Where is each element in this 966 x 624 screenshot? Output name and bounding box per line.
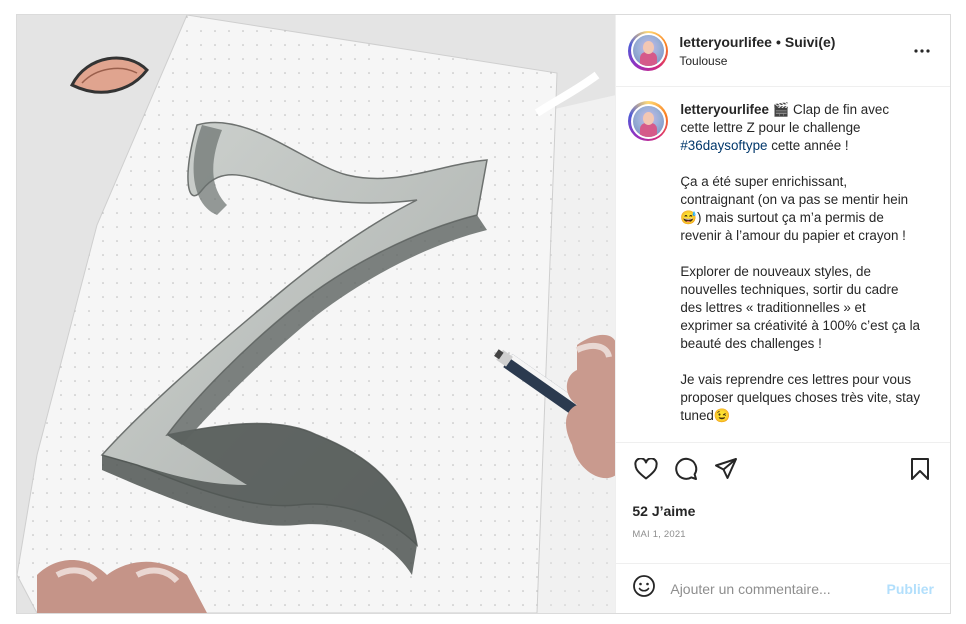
- comment-bar: Publier: [616, 563, 950, 613]
- post-actions: 52 J’aime MAI 1, 2021: [616, 442, 950, 563]
- caption-section: letteryourlifee 🎬 Clap de fin avec cette…: [616, 87, 950, 442]
- caption-avatar[interactable]: [628, 101, 669, 141]
- likes-count[interactable]: 52 J’aime: [632, 503, 934, 519]
- like-heart-icon[interactable]: [632, 455, 660, 483]
- location-link[interactable]: Toulouse: [679, 53, 910, 69]
- caption-username[interactable]: letteryourlifee: [680, 102, 769, 117]
- hashtag-link[interactable]: #36daysoftype: [680, 138, 767, 153]
- avatar-image: [632, 35, 664, 66]
- more-options-icon[interactable]: [910, 39, 934, 63]
- instagram-post: letteryourlifee • Suivi(e) Toulouse letter…: [16, 14, 951, 614]
- post-sidebar: letteryourlifee • Suivi(e) Toulouse letter…: [615, 15, 950, 613]
- post-caption: letteryourlifee 🎬 Clap de fin avec cette…: [680, 101, 920, 425]
- emoji-icon[interactable]: [632, 574, 656, 603]
- comment-input[interactable]: [670, 580, 887, 597]
- publish-button[interactable]: Publier: [887, 581, 934, 597]
- share-send-icon[interactable]: [712, 455, 740, 483]
- caption-text-part2: cette année ! Ça a été super enrichissan…: [680, 138, 921, 423]
- comment-icon[interactable]: [672, 455, 700, 483]
- header-separator: •: [775, 33, 781, 50]
- header-username[interactable]: letteryourlifee: [679, 34, 772, 50]
- notebook-sketch-illustration: [17, 15, 616, 613]
- follow-status-button[interactable]: Suivi(e): [785, 34, 836, 50]
- post-header: letteryourlifee • Suivi(e) Toulouse: [616, 15, 950, 87]
- save-bookmark-icon[interactable]: [906, 455, 934, 483]
- post-image[interactable]: [17, 15, 616, 613]
- post-date: MAI 1, 2021: [632, 529, 686, 540]
- avatar[interactable]: [628, 30, 669, 71]
